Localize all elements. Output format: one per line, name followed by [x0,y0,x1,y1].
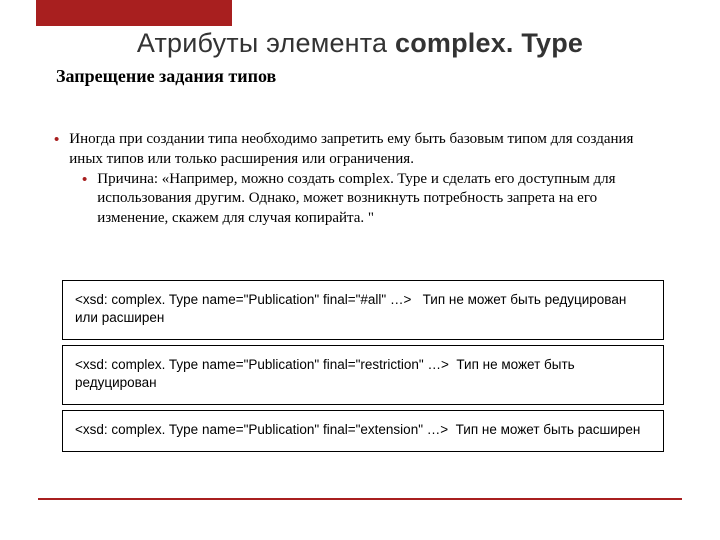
page-title: Атрибуты элемента complex. Type [0,28,720,59]
bullet-icon: • [54,130,59,170]
code-1-code: <xsd: complex. Type name="Publication" f… [75,292,411,307]
bullet-1-text: Иногда при создании типа необходимо запр… [69,130,666,170]
code-3-code: <xsd: complex. Type name="Publication" f… [75,422,448,437]
code-example-1: <xsd: complex. Type name="Publication" f… [62,280,664,340]
code-example-2: <xsd: complex. Type name="Publication" f… [62,345,664,405]
code-2-code: <xsd: complex. Type name="Publication" f… [75,357,449,372]
accent-bar [36,0,232,26]
bottom-rule [38,498,682,500]
bullet-2: • Причина: «Например, можно создать comp… [82,170,666,229]
bullet-2-text: Причина: «Например, можно создать comple… [97,170,666,229]
body-text: • Иногда при создании типа необходимо за… [54,130,666,229]
title-bold: complex. Type [395,28,583,58]
code-3-desc: Тип не может быть расширен [456,422,641,437]
title-prefix: Атрибуты элемента [137,28,395,58]
bullet-icon: • [82,170,87,229]
bullet-1: • Иногда при создании типа необходимо за… [54,130,666,170]
subtitle: Запрещение задания типов [56,66,276,87]
slide: Атрибуты элемента complex. Type Запрещен… [0,0,720,540]
code-example-3: <xsd: complex. Type name="Publication" f… [62,410,664,452]
